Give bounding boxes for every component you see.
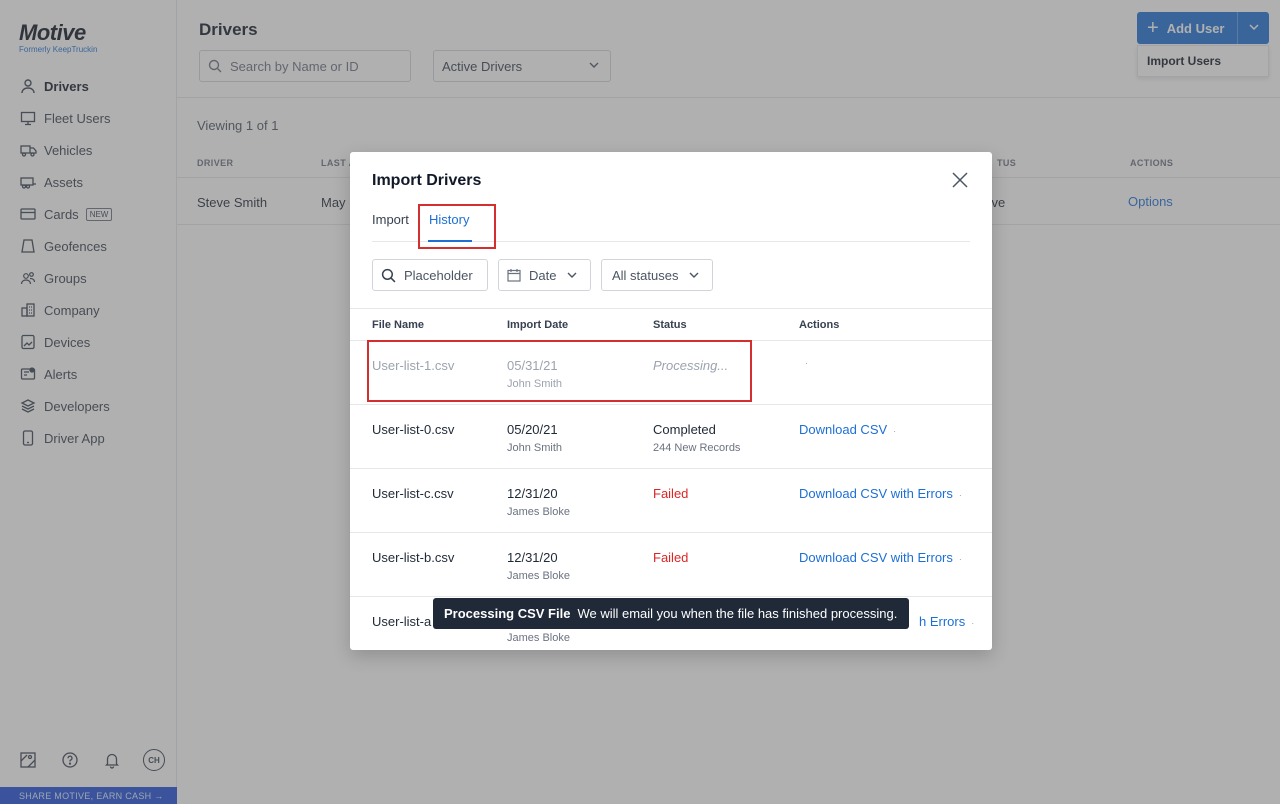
download-label: h Errors bbox=[919, 614, 966, 629]
row-actions-dot: · bbox=[805, 358, 808, 368]
download-errors-link[interactable]: h Errors · bbox=[919, 614, 974, 629]
download-errors-link[interactable]: Download CSV with Errors · bbox=[799, 550, 962, 565]
imported-by: John Smith bbox=[507, 442, 563, 454]
date-filter-label: Date bbox=[529, 267, 557, 283]
imported-by: James Bloke bbox=[507, 632, 570, 644]
calendar-icon bbox=[507, 268, 521, 282]
search-placeholder: Placeholder bbox=[404, 267, 473, 283]
file-name: User-list-b.csv bbox=[372, 550, 455, 565]
processing-toast: Processing CSV File We will email you wh… bbox=[433, 598, 909, 629]
status-text: Failed bbox=[653, 486, 689, 501]
imported-by: James Bloke bbox=[507, 506, 570, 518]
status-text: Failed bbox=[653, 550, 689, 565]
search-icon bbox=[381, 268, 396, 283]
toast-message: We will email you when the file has fini… bbox=[577, 606, 898, 621]
download-errors-link[interactable]: Download CSV with Errors · bbox=[799, 486, 962, 501]
import-date-value: 12/31/20 bbox=[507, 550, 558, 565]
modal-title: Import Drivers bbox=[372, 172, 482, 189]
import-date-value: 12/31/20 bbox=[507, 486, 558, 501]
row-actions-dot: · bbox=[958, 490, 962, 500]
status-filter-label: All statuses bbox=[612, 267, 679, 283]
status-filter[interactable]: All statuses bbox=[601, 259, 713, 291]
import-date: 12/31/20 James Bloke bbox=[507, 550, 570, 582]
import-date-value: 05/20/21 bbox=[507, 422, 558, 437]
download-csv-link[interactable]: Download CSV · bbox=[799, 422, 896, 437]
status-detail: 244 New Records bbox=[653, 442, 741, 454]
highlight-box-history-tab bbox=[418, 204, 496, 249]
row-actions-dot: · bbox=[958, 554, 962, 564]
history-search-input[interactable]: Placeholder bbox=[372, 259, 488, 291]
date-filter[interactable]: Date bbox=[498, 259, 591, 291]
column-header-file: File Name bbox=[372, 319, 424, 331]
table-row: User-list-0.csv 05/20/21 John Smith Compl… bbox=[350, 405, 992, 469]
download-label: Download CSV with Errors bbox=[799, 550, 953, 565]
import-date: 12/31/20 James Bloke bbox=[507, 486, 570, 518]
column-header-date: Import Date bbox=[507, 319, 569, 331]
chevron-down-icon bbox=[688, 269, 700, 281]
row-actions-dot: · bbox=[893, 426, 897, 436]
table-row: User-list-c.csv 12/31/20 James Bloke Fail… bbox=[350, 469, 992, 533]
column-header-status: Status bbox=[653, 319, 687, 331]
status-value: Completed bbox=[653, 422, 716, 437]
file-name: User-list-0.csv bbox=[372, 422, 455, 437]
highlight-box-processing-row bbox=[367, 340, 752, 402]
close-button[interactable] bbox=[948, 170, 972, 194]
row-actions-dot: · bbox=[971, 618, 975, 628]
download-label: Download CSV bbox=[799, 422, 888, 437]
toast-title: Processing CSV File bbox=[444, 606, 571, 621]
import-date: 05/20/21 John Smith bbox=[507, 422, 562, 454]
tab-import[interactable]: Import bbox=[372, 212, 409, 227]
history-table-header: File Name Import Date Status Actions bbox=[350, 308, 992, 341]
column-header-actions: Actions bbox=[799, 319, 840, 331]
download-label: Download CSV with Errors bbox=[799, 486, 953, 501]
chevron-down-icon bbox=[566, 269, 578, 281]
file-name: User-list-a bbox=[372, 614, 432, 629]
close-icon bbox=[951, 171, 969, 194]
file-name: User-list-c.csv bbox=[372, 486, 454, 501]
table-row: User-list-b.csv 12/31/20 James Bloke Fail… bbox=[350, 533, 992, 597]
status-text: Completed 244 New Records bbox=[653, 422, 740, 454]
imported-by: James Bloke bbox=[507, 570, 570, 582]
